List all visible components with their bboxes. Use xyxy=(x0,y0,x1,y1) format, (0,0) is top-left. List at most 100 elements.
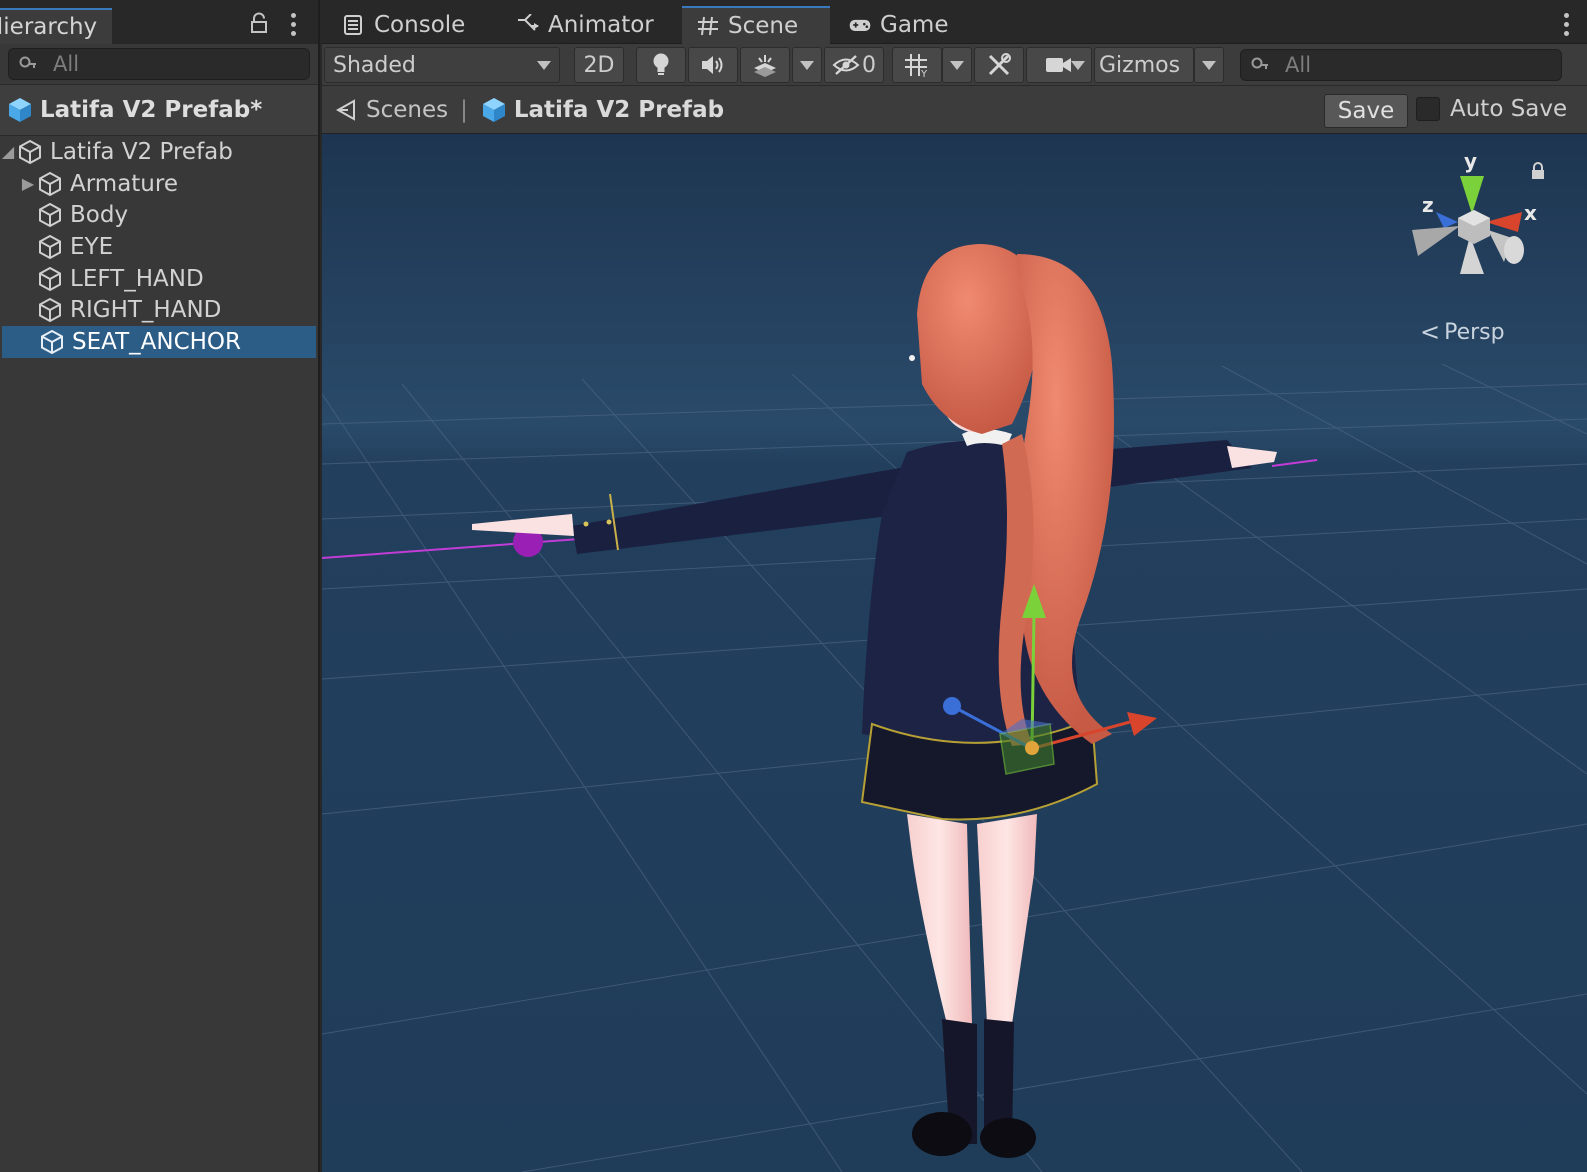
breadcrumb-prefab[interactable]: Latifa V2 Prefab xyxy=(480,96,724,124)
tree-item-label: Latifa V2 Prefab xyxy=(50,138,233,165)
auto-save-toggle[interactable]: Auto Save xyxy=(1416,96,1567,122)
scene-tabbar: Console Animator Scene Game xyxy=(322,0,1587,44)
scene-search-placeholder: All xyxy=(1285,53,1312,77)
grid-snap-icon: Y xyxy=(905,54,928,78)
2d-toggle-button[interactable]: 2D xyxy=(574,47,624,83)
tree-item-left-hand[interactable]: LEFT_HAND xyxy=(0,263,318,295)
tree-item-eye[interactable]: EYE xyxy=(0,231,318,263)
save-button[interactable]: Save xyxy=(1324,94,1408,128)
grid-toggle-button[interactable]: Y xyxy=(892,47,942,83)
lightbulb-icon xyxy=(653,53,669,75)
hierarchy-panel: Hierarchy All Latifa xyxy=(0,0,320,1172)
breadcrumb-separator: | xyxy=(460,96,468,123)
tree-item-root[interactable]: ◢ Latifa V2 Prefab xyxy=(0,136,318,168)
shading-mode-value: Shaded xyxy=(333,52,416,78)
tree-item-label: Armature xyxy=(70,170,178,197)
audio-toggle-button[interactable] xyxy=(688,47,738,83)
prefab-header-title: Latifa V2 Prefab* xyxy=(40,97,263,123)
hierarchy-search-placeholder: All xyxy=(53,52,80,76)
gizmos-button[interactable]: Gizmos xyxy=(1094,47,1194,83)
hierarchy-search-row: All xyxy=(0,44,318,84)
expand-down-arrow-icon[interactable]: ◢ xyxy=(0,142,16,162)
breadcrumb-scenes[interactable]: Scenes xyxy=(334,97,448,123)
svg-text:Y: Y xyxy=(920,69,928,78)
dropdown-arrow-icon xyxy=(800,61,814,70)
dropdown-arrow-icon xyxy=(950,61,964,70)
tree-item-armature[interactable]: ▶ Armature xyxy=(0,168,318,200)
effects-toggle-button[interactable] xyxy=(740,47,790,83)
gameobject-cube-icon xyxy=(41,329,63,355)
grid-dropdown-button[interactable] xyxy=(942,47,972,83)
x-axis-cone[interactable] xyxy=(1486,212,1522,232)
dropdown-arrow-icon xyxy=(1202,61,1216,70)
hidden-count: 0 xyxy=(862,52,876,78)
tab-console[interactable]: Console xyxy=(328,6,479,44)
hierarchy-search-input[interactable]: All xyxy=(8,48,310,80)
z-axis-label: z xyxy=(1422,193,1434,217)
scene-3d-view[interactable] xyxy=(322,134,1587,1172)
effects-dropdown-button[interactable] xyxy=(792,47,822,83)
shading-mode-dropdown[interactable]: Shaded xyxy=(324,47,560,83)
gizmos-label: Gizmos xyxy=(1099,52,1181,78)
hierarchy-menu-icon[interactable] xyxy=(286,12,300,36)
search-icon xyxy=(1251,57,1268,69)
tab-hierarchy-label: Hierarchy xyxy=(0,14,98,40)
tree-item-label: LEFT_HAND xyxy=(70,265,204,292)
camera-settings-button[interactable] xyxy=(1026,47,1092,83)
auto-save-label: Auto Save xyxy=(1450,96,1568,122)
hierarchy-tabbar: Hierarchy xyxy=(0,0,318,44)
tab-scene[interactable]: Scene xyxy=(682,6,830,44)
y-axis-label: y xyxy=(1464,149,1477,173)
view-lock-icon[interactable] xyxy=(1530,162,1546,180)
prefab-header[interactable]: Latifa V2 Prefab* xyxy=(0,84,318,136)
animator-icon xyxy=(518,14,539,31)
2d-toggle-label: 2D xyxy=(583,52,615,78)
tab-animator[interactable]: Animator xyxy=(502,6,668,44)
gameobject-cube-icon xyxy=(39,203,61,228)
scene-grid-icon xyxy=(698,16,718,36)
scene-visibility-toggle[interactable]: 0 xyxy=(824,47,884,83)
auto-save-checkbox[interactable] xyxy=(1416,97,1440,121)
expand-right-arrow-icon[interactable]: ▶ xyxy=(20,174,36,194)
tab-game[interactable]: Game xyxy=(834,6,962,44)
scene-menu-icon[interactable] xyxy=(1561,12,1571,36)
gameobject-cube-icon xyxy=(39,171,61,196)
scene-search-input[interactable]: All xyxy=(1240,49,1562,81)
projection-toggle[interactable]: < Persp xyxy=(1420,318,1505,346)
neg-x-cone[interactable] xyxy=(1412,226,1460,256)
dropdown-arrow-icon xyxy=(537,61,551,70)
gameobject-cube-icon xyxy=(39,266,61,291)
tab-game-label: Game xyxy=(880,12,949,38)
camera-icon xyxy=(1046,58,1071,72)
prefab-cube-icon xyxy=(482,97,505,122)
unity-scene-icon xyxy=(335,98,355,121)
tab-hierarchy[interactable]: Hierarchy xyxy=(0,8,112,44)
scene-viewport[interactable]: y x z < Persp xyxy=(322,134,1587,1172)
orientation-gizmo[interactable]: y x z xyxy=(1400,146,1550,296)
dropdown-arrow-icon xyxy=(1071,61,1085,70)
gamepad-icon xyxy=(849,19,871,31)
y-axis-cone[interactable] xyxy=(1460,176,1484,214)
tools-toggle-button[interactable] xyxy=(974,47,1024,83)
tree-item-label: Body xyxy=(70,202,129,229)
tab-animator-label: Animator xyxy=(548,12,654,38)
prefab-cube-icon xyxy=(9,98,31,122)
lock-icon[interactable] xyxy=(248,12,270,34)
tree-item-body[interactable]: Body xyxy=(0,199,318,231)
tree-item-seat-anchor[interactable]: SEAT_ANCHOR xyxy=(2,326,316,358)
x-axis-label: x xyxy=(1524,201,1537,225)
hierarchy-tree: ◢ Latifa V2 Prefab ▶ Armature Body EYE L… xyxy=(0,136,318,358)
prefab-breadcrumb: Scenes | Latifa V2 Prefab Save Auto Save xyxy=(322,86,1587,134)
tree-item-label: SEAT_ANCHOR xyxy=(72,328,242,355)
tab-console-label: Console xyxy=(374,12,466,38)
gizmos-dropdown-button[interactable] xyxy=(1194,47,1224,83)
lighting-toggle-button[interactable] xyxy=(636,47,686,83)
z-axis-cone[interactable] xyxy=(1436,212,1458,228)
scene-toolbar: Shaded 2D 0 Y Gizmos All xyxy=(322,44,1587,86)
tree-item-right-hand[interactable]: RIGHT_HAND xyxy=(0,294,318,326)
gameobject-cube-icon xyxy=(39,234,61,260)
